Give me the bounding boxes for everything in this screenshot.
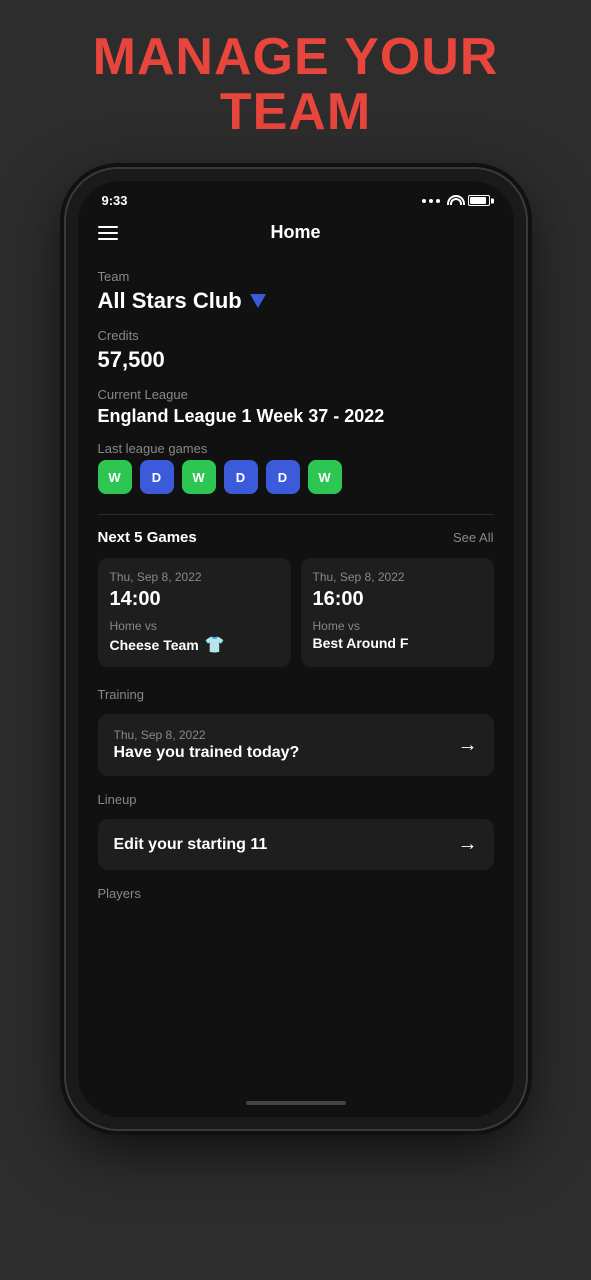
training-prompt: Have you trained today? xyxy=(114,744,300,762)
battery-icon xyxy=(468,195,490,206)
next-games-header: Next 5 Games See All xyxy=(98,529,494,546)
game-card-1-date: Thu, Sep 8, 2022 xyxy=(110,570,279,584)
lineup-arrow-icon: → xyxy=(458,833,478,856)
players-label: Players xyxy=(98,886,494,901)
league-name: England League 1 Week 37 - 2022 xyxy=(98,406,494,427)
training-card-content: Thu, Sep 8, 2022 Have you trained today? xyxy=(114,728,300,762)
divider-1 xyxy=(98,514,494,515)
game-card-2-team-name: Best Around F xyxy=(313,635,409,651)
status-icons xyxy=(422,195,490,207)
lineup-section: Lineup Edit your starting 11 → xyxy=(98,792,494,870)
menu-button[interactable] xyxy=(98,226,118,240)
signal-icon xyxy=(422,199,440,203)
training-section: Training Thu, Sep 8, 2022 Have you train… xyxy=(98,687,494,776)
game-result-6: W xyxy=(308,460,342,494)
game-card-2-team: Best Around F xyxy=(313,635,482,651)
nav-bar: Home xyxy=(78,212,514,253)
training-card[interactable]: Thu, Sep 8, 2022 Have you trained today?… xyxy=(98,714,494,776)
game-card-2-venue: Home vs xyxy=(313,619,482,633)
app-content: Team All Stars Club Credits 57,500 Curre… xyxy=(78,253,514,1089)
game-card-2[interactable]: Thu, Sep 8, 2022 16:00 Home vs Best Arou… xyxy=(301,558,494,667)
lineup-card[interactable]: Edit your starting 11 → xyxy=(98,819,494,870)
credits-value: 57,500 xyxy=(98,347,494,373)
game-card-2-time: 16:00 xyxy=(313,588,482,611)
credits-label: Credits xyxy=(98,328,494,343)
team-name-row: All Stars Club xyxy=(98,288,494,314)
game-result-4: D xyxy=(224,460,258,494)
lineup-label: Lineup xyxy=(98,792,494,807)
home-indicator-bar xyxy=(246,1101,346,1105)
training-date: Thu, Sep 8, 2022 xyxy=(114,728,300,742)
team-label: Team xyxy=(98,269,494,284)
last-games-label: Last league games xyxy=(98,441,494,456)
lineup-card-content: Edit your starting 11 xyxy=(114,836,268,854)
game-card-2-date: Thu, Sep 8, 2022 xyxy=(313,570,482,584)
jersey-icon-1: 👕 xyxy=(205,635,225,655)
lineup-cta: Edit your starting 11 xyxy=(114,836,268,854)
game-result-2: D xyxy=(140,460,174,494)
see-all-button[interactable]: See All xyxy=(453,530,493,545)
nav-title: Home xyxy=(270,222,320,243)
game-cards-row: Thu, Sep 8, 2022 14:00 Home vs Cheese Te… xyxy=(98,558,494,667)
game-card-1-time: 14:00 xyxy=(110,588,279,611)
screen: 9:33 Home Team All Stars Club xyxy=(78,181,514,1117)
game-card-1-team-name: Cheese Team xyxy=(110,637,199,653)
last-games-row: W D W D D W xyxy=(98,460,494,494)
status-bar: 9:33 xyxy=(78,181,514,212)
phone-shell: 9:33 Home Team All Stars Club xyxy=(66,169,526,1129)
league-label: Current League xyxy=(98,387,494,402)
game-result-1: W xyxy=(98,460,132,494)
game-result-3: W xyxy=(182,460,216,494)
game-card-1-team: Cheese Team 👕 xyxy=(110,635,279,655)
game-card-1-venue: Home vs xyxy=(110,619,279,633)
status-time: 9:33 xyxy=(102,193,128,208)
wifi-icon xyxy=(446,195,462,207)
team-badge-icon xyxy=(250,294,266,308)
team-name: All Stars Club xyxy=(98,288,242,314)
training-arrow-icon: → xyxy=(458,734,478,757)
next-games-title: Next 5 Games xyxy=(98,529,197,546)
page-title: MANAGE YOUR TEAM xyxy=(93,30,499,139)
game-result-5: D xyxy=(266,460,300,494)
training-label: Training xyxy=(98,687,494,702)
game-card-1[interactable]: Thu, Sep 8, 2022 14:00 Home vs Cheese Te… xyxy=(98,558,291,667)
home-indicator xyxy=(78,1089,514,1117)
